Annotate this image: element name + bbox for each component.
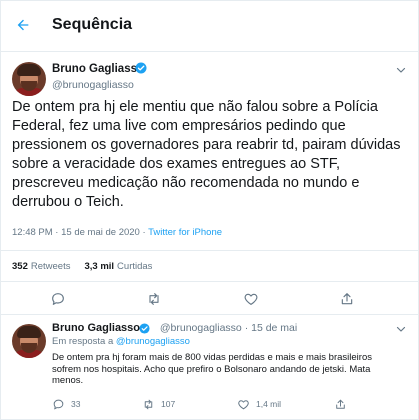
heart-icon[interactable] [243,291,259,307]
reply-count: 33 [71,399,81,409]
reply-comment-button[interactable]: 33 [52,397,80,411]
user-handle[interactable]: @brunogagliasso [52,79,134,91]
retweet-icon [144,399,153,409]
reply-share-button[interactable] [334,397,353,411]
reply-header: Bruno Gagliasso @brunogagliasso · 15 de … [52,322,297,334]
heart-icon [238,399,249,409]
tweet-actions [0,282,419,315]
reply-handle[interactable]: @brunogagliasso [160,322,242,334]
comment-icon [53,399,64,409]
meta-separator: · [52,227,62,238]
tweet-source-link[interactable]: Twitter for iPhone [148,227,222,238]
tweet-stats: 352 Retweets 3,3 mil Curtidas [0,250,419,282]
reply-date[interactable]: · 15 de mai [245,322,298,334]
verified-badge-icon [135,62,147,74]
verified-badge-icon [139,323,150,334]
reply-retweet-button[interactable]: 107 [142,397,175,411]
retweet-count: 107 [161,399,176,409]
meta-separator: · [139,227,149,238]
page-title: Sequência [52,16,133,33]
reply-to-prefix: Em resposta a [52,336,116,347]
retweet-icon[interactable] [146,291,162,307]
retweets-label: Retweets [30,260,71,272]
likes-count: 3,3 mil [84,260,115,272]
comment-icon[interactable] [50,291,66,307]
header-bar: Sequência [0,0,419,52]
reply-to-mention[interactable]: @brunogagliasso [116,336,190,347]
arrow-left-icon [17,19,29,31]
likes-label: Curtidas [117,260,153,272]
chevron-down-icon[interactable] [395,323,407,335]
like-count: 1,4 mil [256,399,282,409]
reply-avatar[interactable] [12,324,46,358]
back-button[interactable] [10,12,36,38]
tweet-meta: 12:48 PM · 15 de mai de 2020 · Twitter f… [12,227,222,238]
retweets-stat[interactable]: 352 Retweets [12,261,70,272]
chevron-down-icon[interactable] [395,64,407,76]
tweet-time[interactable]: 12:48 PM [12,227,53,238]
reply-like-button[interactable]: 1,4 mil [237,397,281,411]
share-icon[interactable] [339,291,355,307]
likes-stat[interactable]: 3,3 mil Curtidas [84,261,152,272]
in-reply-to: Em resposta a @brunogagliasso [52,336,190,347]
avatar[interactable] [12,62,46,96]
display-name[interactable]: Bruno Gagliasso [52,63,144,75]
share-icon [336,399,345,409]
tweet-date[interactable]: 15 de mai de 2020 [61,227,140,238]
reply-display-name[interactable]: Bruno Gagliasso [52,322,140,334]
reply-text: De ontem pra hj foram mais de 800 vidas … [52,352,372,386]
retweets-count: 352 [12,260,28,272]
tweet-text: De ontem pra hj ele mentiu que não falou… [12,99,401,210]
